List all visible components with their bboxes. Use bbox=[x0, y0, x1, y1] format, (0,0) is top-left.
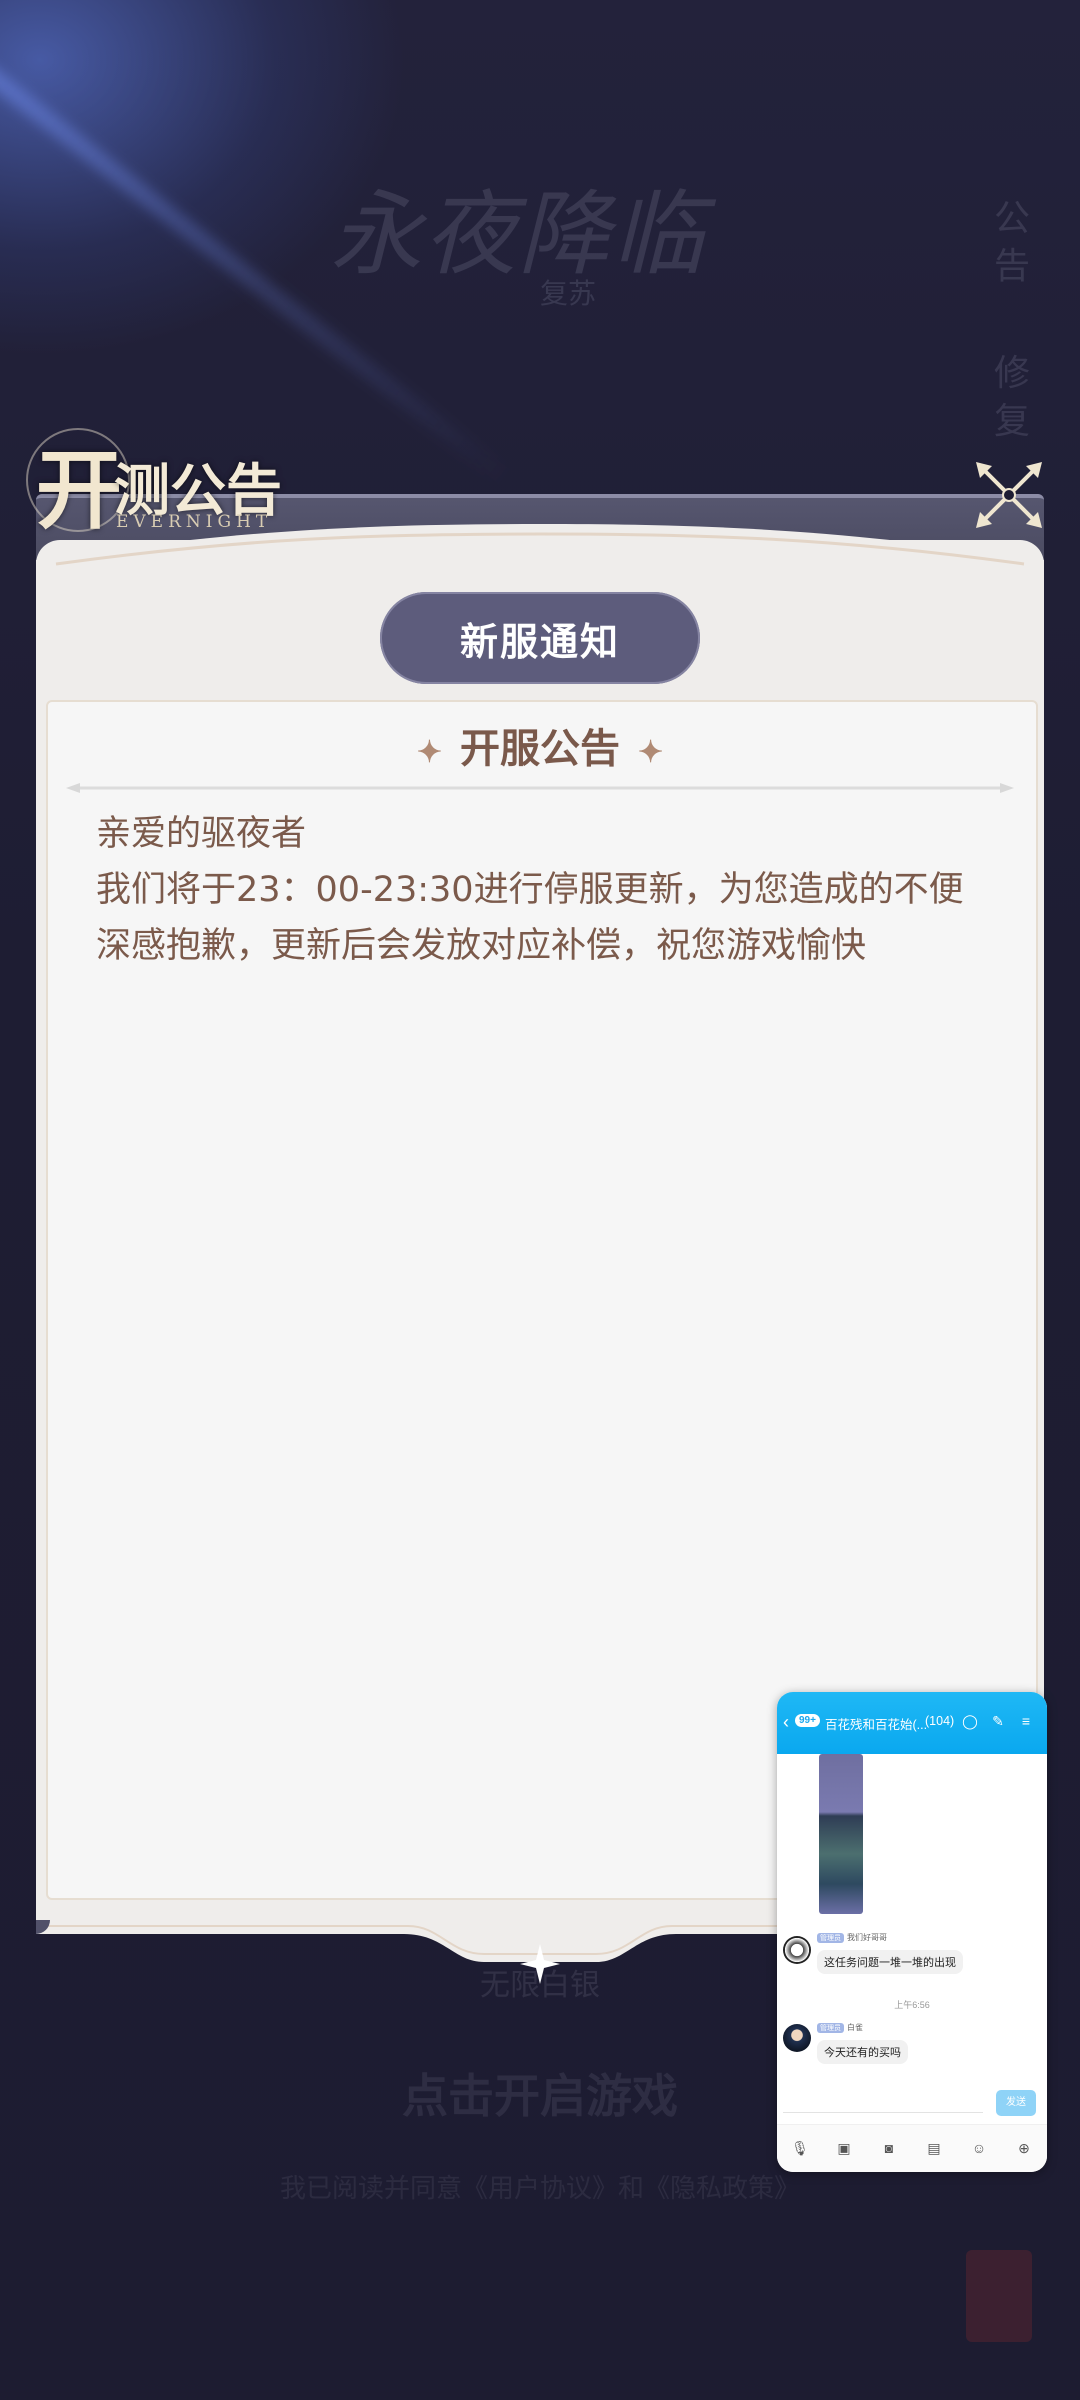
message-time: 上午6:56 bbox=[894, 2000, 930, 2010]
chat-member-count: (104) bbox=[925, 1714, 955, 1728]
avatar[interactable] bbox=[783, 2024, 811, 2052]
unread-badge: 99+ bbox=[795, 1714, 820, 1727]
send-button[interactable]: 发送 bbox=[996, 2090, 1036, 2116]
menu-icon[interactable]: ≡ bbox=[1017, 1712, 1035, 1730]
sender-name: 白雀 bbox=[847, 2023, 863, 2032]
sparkle-icon: ✦ bbox=[638, 734, 664, 770]
tab-new-server-notice[interactable]: 新服通知 bbox=[380, 592, 700, 684]
back-icon[interactable]: ‹ bbox=[783, 1712, 789, 1733]
notice-line: 我们将于23：00-23:30进行停服更新，为您造成的不便 bbox=[96, 870, 964, 910]
red-packet-icon[interactable]: ▤ bbox=[923, 2137, 945, 2159]
agreement-text: 我已阅读并同意《用户协议》和《隐私政策》 bbox=[279, 2174, 800, 2204]
edit-icon[interactable]: ✎ bbox=[989, 1712, 1007, 1730]
heading-divider bbox=[66, 783, 1014, 793]
screenshot-thumbnail bbox=[819, 1754, 863, 1914]
role-tag: 管理员 bbox=[817, 1933, 844, 1943]
microphone-icon[interactable]: 🎙 bbox=[789, 2137, 811, 2159]
sender-name: 我们好哥哥 bbox=[847, 1933, 887, 1942]
game-logo: 永夜降临 bbox=[330, 181, 707, 288]
role-tag: 管理员 bbox=[817, 2023, 844, 2033]
bottom-star-icon bbox=[520, 1944, 560, 1984]
camera-icon[interactable]: ◙ bbox=[878, 2137, 900, 2159]
notice-body: 亲爱的驱夜者 我们将于23：00-23:30进行停服更新，为您造成的不便 深感抱… bbox=[96, 806, 996, 974]
chat-image-message[interactable] bbox=[819, 1754, 959, 1918]
chat-overlay-window[interactable]: ‹ 99+ 百花残和百花始(... (104) ◯ ✎ ≡ 管理员 我们好哥哥 这… bbox=[777, 1692, 1047, 2172]
notice-heading: ✦ 开服公告 ✦ bbox=[0, 716, 1080, 774]
message-bubble[interactable]: 这任务问题一堆一堆的出现 bbox=[817, 1950, 963, 1974]
chat-group-title: 百花残和百花始(... bbox=[825, 1718, 928, 1732]
sparkle-icon: ✦ bbox=[416, 734, 442, 770]
panel-top-arch bbox=[36, 524, 1044, 580]
image-icon[interactable]: ▣ bbox=[833, 2137, 855, 2159]
notice-heading-text: 开服公告 bbox=[460, 725, 620, 772]
avatar[interactable] bbox=[783, 1936, 811, 1964]
chat-header: ‹ 99+ 百花残和百花始(... (104) ◯ ✎ ≡ bbox=[777, 1692, 1047, 1754]
message-bubble[interactable]: 今天还有的买吗 bbox=[817, 2040, 908, 2064]
chat-toolbar: 🎙 ▣ ◙ ▤ ☺ ⊕ bbox=[777, 2124, 1047, 2172]
message-sender: 管理员 白雀 bbox=[817, 2022, 863, 2033]
side-repair-button: 修复 bbox=[993, 353, 1030, 442]
plus-icon[interactable]: ⊕ bbox=[1013, 2137, 1035, 2159]
message-sender: 管理员 我们好哥哥 bbox=[817, 1932, 887, 1943]
age-rating-badge bbox=[966, 2250, 1032, 2342]
game-logo-subtitle: 复苏 bbox=[540, 277, 597, 310]
notice-line: 亲爱的驱夜者 bbox=[96, 814, 307, 854]
chat-input[interactable] bbox=[783, 2088, 983, 2113]
chat-bubble-icon[interactable]: ◯ bbox=[961, 1712, 979, 1730]
emoji-icon[interactable]: ☺ bbox=[968, 2137, 990, 2159]
notice-line: 深感抱歉，更新后会发放对应补偿，祝您游戏愉快 bbox=[96, 926, 867, 966]
side-announcement-button: 公告 bbox=[993, 198, 1030, 287]
notice-title: 开 测公告 EVERNIGHT bbox=[26, 420, 366, 541]
